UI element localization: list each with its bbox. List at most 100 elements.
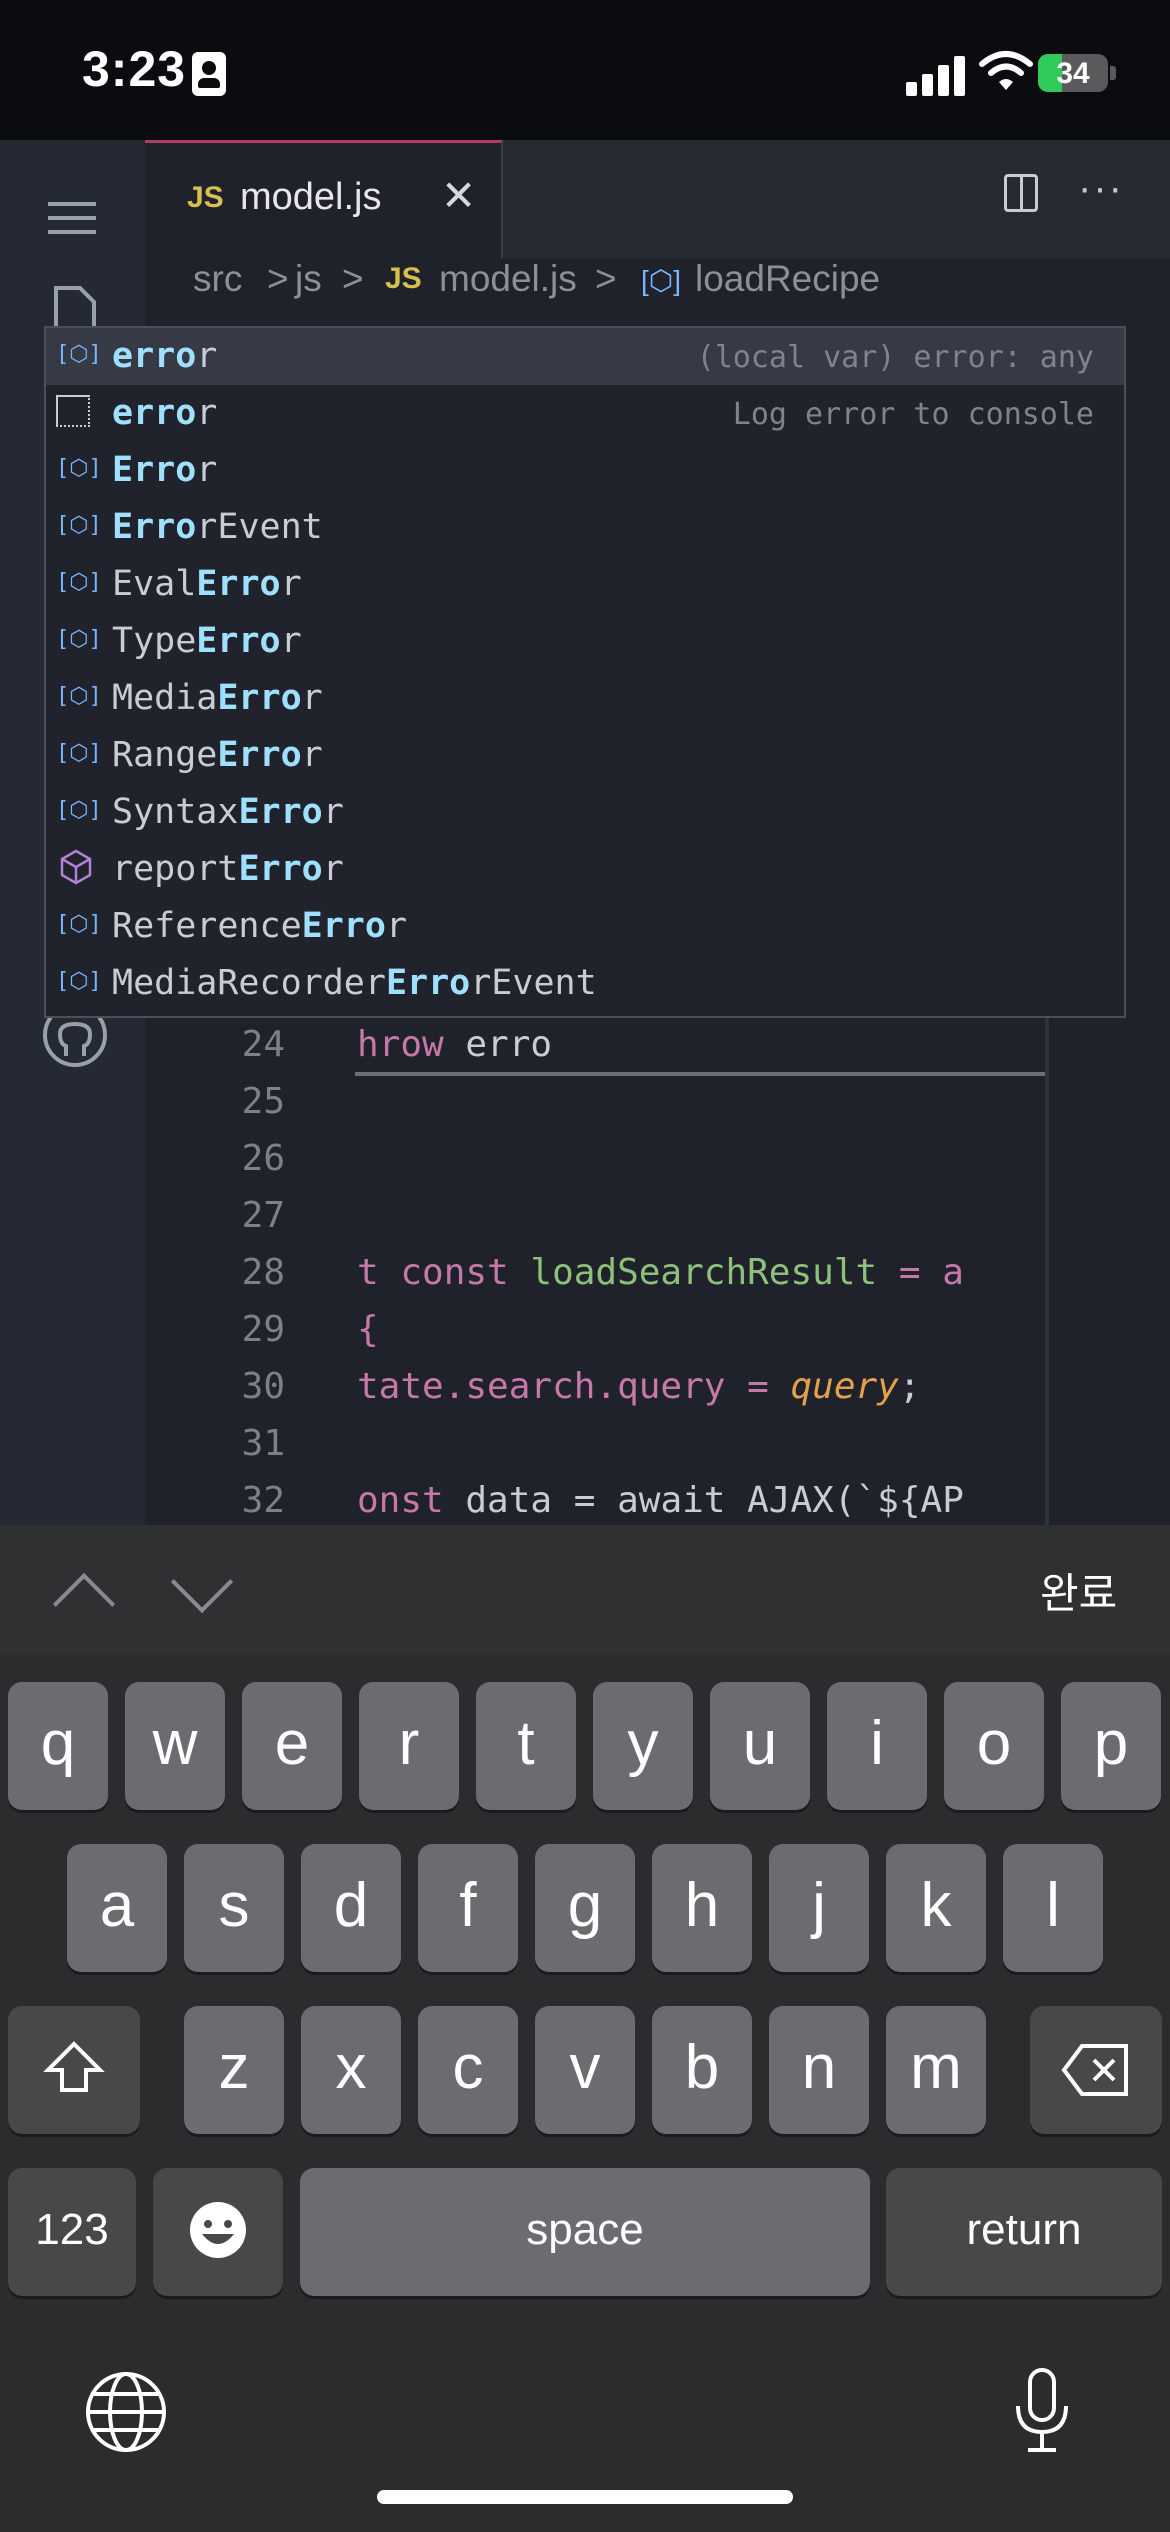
- key-e[interactable]: e: [242, 1682, 342, 1810]
- emoji-key[interactable]: [153, 2168, 283, 2296]
- variable-icon: [⬡]: [56, 513, 102, 538]
- line-number: 26: [241, 1138, 285, 1179]
- suggestion-label: reportError: [112, 849, 344, 889]
- suggestion-item[interactable]: [⬡] MediaError: [46, 670, 1124, 727]
- key-d[interactable]: d: [301, 1844, 401, 1972]
- line-number: 25: [241, 1081, 285, 1122]
- key-y[interactable]: y: [593, 1682, 693, 1810]
- suggestion-label: ErrorEvent: [112, 507, 323, 547]
- suggestion-label: EvalError: [112, 564, 302, 604]
- breadcrumb: src > js > JS model.js > [⬡] loadRecipe: [145, 258, 1170, 318]
- code-line-32: onst data = await AJAX(`${AP: [357, 1480, 964, 1521]
- key-w[interactable]: w: [125, 1682, 225, 1810]
- variable-icon: [⬡]: [56, 627, 102, 652]
- suggestion-item[interactable]: [⬡] error (local var) error: any: [46, 328, 1124, 385]
- breadcrumb-js[interactable]: js: [295, 258, 322, 300]
- key-k[interactable]: k: [886, 1844, 986, 1972]
- key-u[interactable]: u: [710, 1682, 810, 1810]
- battery-cap: [1110, 66, 1116, 80]
- key-p[interactable]: p: [1061, 1682, 1161, 1810]
- suggestion-item[interactable]: reportError: [46, 841, 1124, 898]
- globe-icon[interactable]: [84, 2370, 168, 2454]
- breadcrumb-src[interactable]: src: [193, 258, 242, 300]
- code-line-30: tate.search.query = query;: [357, 1366, 921, 1407]
- suggestion-item[interactable]: [⬡] ErrorEvent: [46, 499, 1124, 556]
- battery-icon: 34: [1038, 54, 1108, 92]
- code-editor[interactable]: 24 25 26 27 28 29 30 31 32 hrow erro t c…: [145, 1018, 1045, 1525]
- key-f[interactable]: f: [418, 1844, 518, 1972]
- line-number: 31: [241, 1423, 285, 1464]
- return-key[interactable]: return: [886, 2168, 1162, 2296]
- suggest-widget[interactable]: [⬡] error (local var) error: any error Log e…: [44, 326, 1126, 1018]
- key-r[interactable]: r: [359, 1682, 459, 1810]
- suggestion-item[interactable]: [⬡] EvalError: [46, 556, 1124, 613]
- microphone-icon[interactable]: [1010, 2366, 1074, 2456]
- key-j[interactable]: j: [769, 1844, 869, 1972]
- more-actions-icon[interactable]: ···: [1078, 166, 1124, 211]
- breadcrumb-file[interactable]: model.js: [439, 258, 577, 300]
- key-b[interactable]: b: [652, 2006, 752, 2134]
- snippet-icon: [56, 395, 94, 427]
- key-o[interactable]: o: [944, 1682, 1044, 1810]
- suggestion-item[interactable]: [⬡] SyntaxError: [46, 784, 1124, 841]
- suggestion-item[interactable]: [⬡] TypeError: [46, 613, 1124, 670]
- key-l[interactable]: l: [1003, 1844, 1103, 1972]
- key-g[interactable]: g: [535, 1844, 635, 1972]
- suggestion-label: TypeError: [112, 621, 302, 661]
- tab-label: model.js: [240, 176, 382, 218]
- done-button[interactable]: 완료: [1040, 1560, 1117, 1621]
- suggestion-label: MediaError: [112, 678, 323, 718]
- key-z[interactable]: z: [184, 2006, 284, 2134]
- numbers-key[interactable]: 123: [8, 2168, 136, 2296]
- line-number: 29: [241, 1309, 285, 1350]
- key-x[interactable]: x: [301, 2006, 401, 2134]
- code-line-29: {: [357, 1309, 379, 1350]
- suggestion-item[interactable]: [⬡] Error: [46, 442, 1124, 499]
- suggestion-item[interactable]: [⬡] MediaRecorderErrorEvent: [46, 955, 1124, 1012]
- js-file-icon: JS: [385, 262, 422, 295]
- home-indicator[interactable]: [377, 2490, 793, 2504]
- key-q[interactable]: q: [8, 1682, 108, 1810]
- split-editor-icon[interactable]: [1004, 174, 1038, 212]
- key-h[interactable]: h: [652, 1844, 752, 1972]
- status-time: 3:23: [82, 41, 187, 97]
- code-line-28: t const loadSearchResult = a: [357, 1252, 964, 1293]
- suggestion-label: error: [112, 393, 218, 433]
- variable-icon: [⬡]: [56, 456, 102, 481]
- variable-icon: [⬡]: [56, 342, 102, 367]
- cellular-signal-icon: [906, 52, 968, 96]
- key-s[interactable]: s: [184, 1844, 284, 1972]
- key-n[interactable]: n: [769, 2006, 869, 2134]
- contact-card-icon: [192, 52, 226, 96]
- code-line-24: hrow erro: [357, 1024, 553, 1065]
- suggestion-item[interactable]: [⬡] RangeError: [46, 727, 1124, 784]
- chevron-right-icon: >: [595, 258, 617, 299]
- tab-model-js[interactable]: JS model.js ✕: [145, 140, 503, 258]
- key-m[interactable]: m: [886, 2006, 986, 2134]
- close-icon[interactable]: ✕: [441, 171, 476, 220]
- suggestion-label: MediaRecorderErrorEvent: [112, 963, 597, 1003]
- key-a[interactable]: a: [67, 1844, 167, 1972]
- backspace-key[interactable]: [1030, 2006, 1162, 2134]
- suggestion-label: RangeError: [112, 735, 323, 775]
- key-t[interactable]: t: [476, 1682, 576, 1810]
- key-c[interactable]: c: [418, 2006, 518, 2134]
- keyboard-toolbar: [0, 1525, 1170, 1655]
- minimap-divider: [1045, 1018, 1049, 1525]
- suggestion-item[interactable]: [⬡] ReferenceError: [46, 898, 1124, 955]
- variable-icon: [⬡]: [56, 741, 102, 766]
- shift-key[interactable]: [8, 2006, 140, 2134]
- suggestion-item[interactable]: error Log error to console: [46, 385, 1124, 442]
- space-key[interactable]: space: [300, 2168, 870, 2296]
- js-file-icon: JS: [187, 181, 224, 214]
- battery-percent: 34: [1056, 57, 1090, 90]
- suggestion-detail: Log error to console: [732, 397, 1094, 432]
- wifi-icon: [979, 51, 1033, 90]
- menu-icon[interactable]: [40, 182, 110, 252]
- line-number: 30: [241, 1366, 285, 1407]
- key-v[interactable]: v: [535, 2006, 635, 2134]
- suggestion-label: error: [112, 336, 218, 376]
- breadcrumb-symbol[interactable]: loadRecipe: [695, 258, 880, 300]
- key-i[interactable]: i: [827, 1682, 927, 1810]
- chevron-right-icon: >: [267, 258, 289, 299]
